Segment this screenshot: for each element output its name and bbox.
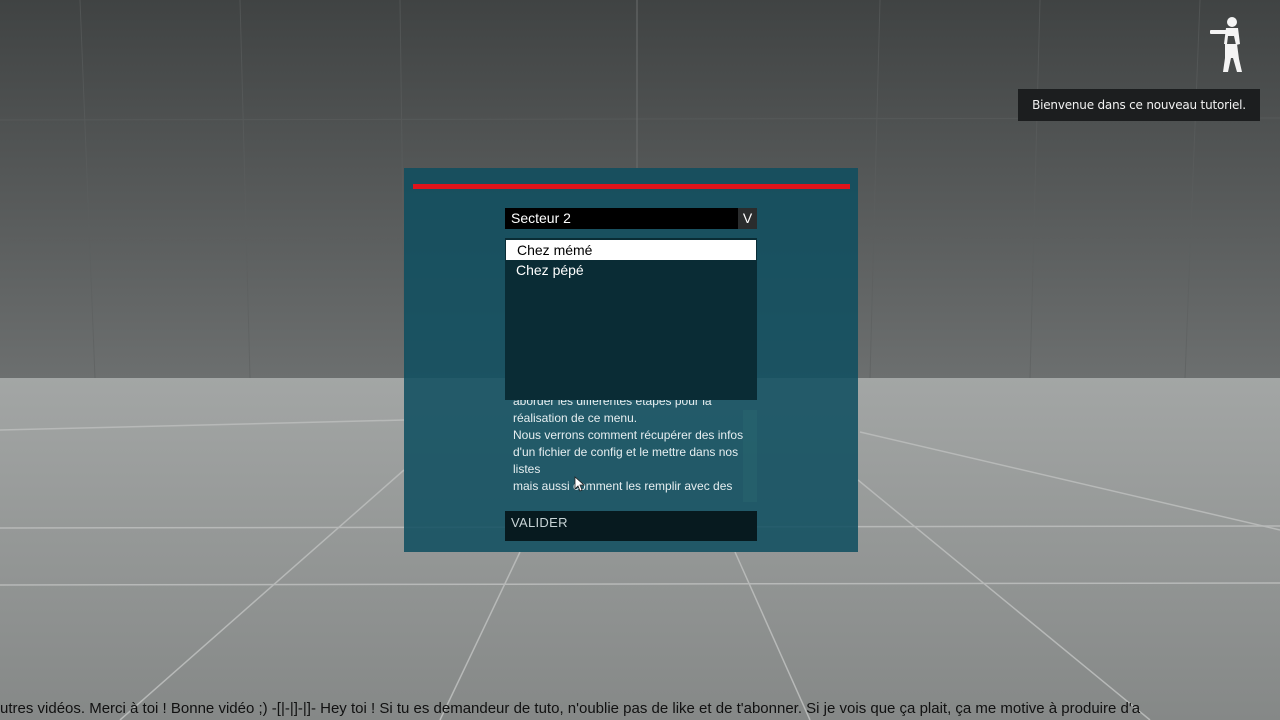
option-label: Chez mémé: [517, 242, 593, 258]
description-text-area[interactable]: aborder les différentes étapes pour la r…: [505, 400, 757, 506]
description-text: aborder les différentes étapes pour la r…: [513, 400, 745, 495]
title-accent-bar: [413, 184, 850, 189]
option-label: Chez pépé: [516, 262, 584, 278]
ticker-text: utres vidéos. Merci à toi ! Bonne vidéo …: [0, 700, 1141, 717]
combo-selected-value: Secteur 2: [511, 210, 571, 226]
chevron-down-icon[interactable]: V: [738, 208, 757, 229]
soldier-icon: [1210, 17, 1242, 72]
text-line: d'un fichier de config et le mettre dans…: [513, 445, 739, 459]
text-line: Nous verrons comment récupérer des infos: [513, 428, 744, 442]
sector-dialog: Secteur 2 V Chez mémé Chez pépé aborder …: [404, 168, 858, 552]
dropdown-option-chez-meme[interactable]: Chez mémé: [506, 240, 756, 260]
mouse-cursor-icon: [574, 476, 586, 492]
notification-box: Bienvenue dans ce nouveau tutoriel.: [1018, 89, 1260, 121]
text-scrollbar[interactable]: [743, 410, 757, 502]
sector-combo-box[interactable]: Secteur 2 V: [505, 208, 757, 229]
notification-text: Bienvenue dans ce nouveau tutoriel.: [1032, 98, 1246, 112]
text-line: aborder les différentes étapes pour la: [513, 400, 712, 408]
validate-button[interactable]: VALIDER: [505, 511, 757, 541]
text-line: réalisation de ce menu.: [513, 411, 638, 425]
text-line: listes: [513, 462, 541, 476]
dropdown-option-chez-pepe[interactable]: Chez pépé: [505, 260, 757, 280]
dropdown-list[interactable]: Chez mémé Chez pépé: [505, 238, 757, 400]
text-line: mais aussi comment les remplir avec des: [513, 479, 733, 493]
scrolling-ticker: utres vidéos. Merci à toi ! Bonne vidéo …: [0, 697, 1280, 720]
validate-label: VALIDER: [511, 515, 568, 530]
